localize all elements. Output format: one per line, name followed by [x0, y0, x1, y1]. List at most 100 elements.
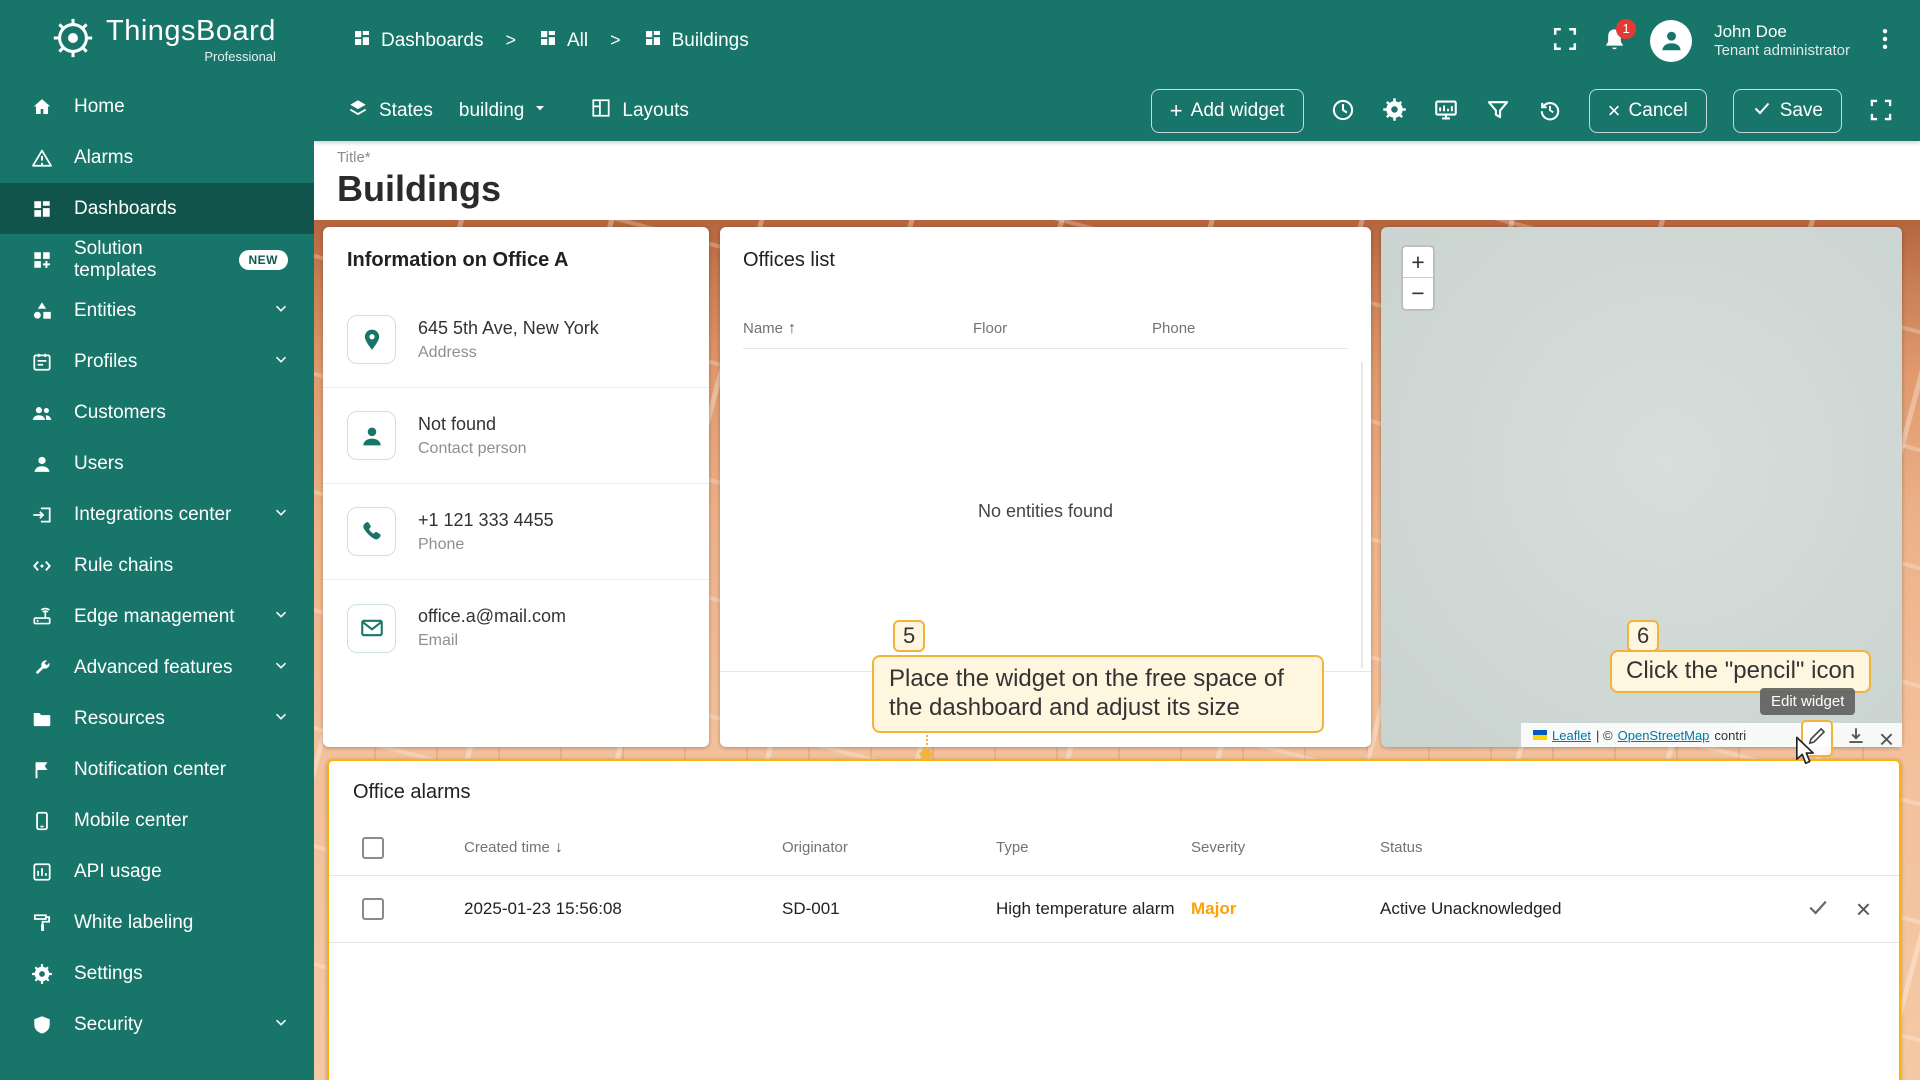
sidebar-item-alarms[interactable]: Alarms [0, 132, 314, 183]
time-window-button[interactable] [1330, 97, 1356, 126]
dashboards-icon [538, 28, 558, 54]
close-icon: × [1878, 723, 1894, 754]
clear-alarm-button[interactable]: × [1856, 896, 1871, 922]
sidebar-item-advanced-features[interactable]: Advanced features [0, 642, 314, 693]
column-header-severity[interactable]: Severity [1191, 839, 1380, 856]
folder-icon [30, 708, 54, 730]
sidebar-item-settings[interactable]: Settings [0, 948, 314, 999]
logo-title: ThingsBoard [106, 15, 276, 47]
sidebar-item-resources[interactable]: Resources [0, 693, 314, 744]
sidebar-item-label: Alarms [74, 146, 134, 168]
states-label: States [379, 100, 433, 121]
column-header-status[interactable]: Status [1380, 839, 1749, 856]
sidebar-item-customers[interactable]: Customers [0, 387, 314, 438]
map-action-close[interactable]: × [1879, 726, 1894, 752]
column-header-type[interactable]: Type [996, 839, 1191, 856]
leaflet-link[interactable]: Leaflet [1552, 728, 1591, 743]
kebab-icon [1872, 26, 1898, 55]
column-header-originator[interactable]: Originator [782, 839, 996, 856]
close-icon: × [1607, 98, 1621, 123]
breadcrumb-label: All [566, 29, 589, 51]
zoom-out-button[interactable]: − [1403, 278, 1433, 309]
sidebar-item-integrations-center[interactable]: Integrations center [0, 489, 314, 540]
sidebar-item-security[interactable]: Security [0, 999, 314, 1050]
cancel-button[interactable]: × Cancel [1588, 89, 1707, 133]
page-title[interactable]: Buildings [337, 168, 1920, 210]
save-button[interactable]: Save [1732, 89, 1842, 133]
plus-icon: + [1169, 98, 1183, 123]
state-select[interactable]: building [459, 100, 549, 122]
acknowledge-button[interactable] [1806, 895, 1830, 924]
sidebar-item-users[interactable]: Users [0, 438, 314, 489]
alarm-table-row[interactable]: 2025-01-23 15:56:08 SD-001 High temperat… [329, 876, 1899, 943]
sidebar-item-mobile-center[interactable]: Mobile center [0, 795, 314, 846]
sidebar-item-white-labeling[interactable]: White labeling [0, 897, 314, 948]
warning-icon [30, 147, 54, 169]
chevron-down-icon [272, 707, 290, 731]
paint-icon [30, 912, 54, 934]
column-header-phone[interactable]: Phone [1152, 320, 1348, 337]
layouts-button[interactable]: Layouts [590, 97, 689, 125]
sidebar-item-home[interactable]: Home [0, 81, 314, 132]
mouse-cursor [1796, 736, 1814, 765]
location-icon [347, 315, 396, 364]
row-checkbox[interactable] [362, 898, 384, 920]
top-header: ThingsBoard Professional Dashboards > Al… [0, 0, 1920, 81]
sidebar-item-label: Users [74, 452, 124, 474]
new-badge: NEW [238, 249, 288, 270]
gear-icon [1382, 97, 1407, 125]
filters-button[interactable] [1485, 97, 1511, 126]
sidebar-item-entities[interactable]: Entities [0, 285, 314, 336]
avatar[interactable] [1650, 19, 1693, 62]
breadcrumb-item-buildings[interactable]: Buildings [643, 28, 749, 54]
column-header-created-time[interactable]: Created time ↓ [464, 839, 782, 857]
dashboard-settings-button[interactable] [1382, 97, 1407, 125]
check-icon [1752, 98, 1772, 124]
column-header-floor[interactable]: Floor [973, 320, 1152, 337]
sidebar-item-rule-chains[interactable]: Rule chains [0, 540, 314, 591]
logo-subtitle: Professional [204, 49, 276, 64]
dashboard-title-section: Title* Buildings [314, 141, 1920, 220]
widget-information: Information on Office A 645 5th Ave, New… [323, 227, 709, 747]
download-icon [1845, 725, 1867, 752]
info-value: +1 121 333 4455 [418, 509, 554, 530]
sidebar-item-api-usage[interactable]: API usage [0, 846, 314, 897]
add-widget-button[interactable]: + Add widget [1150, 89, 1304, 133]
callout-step-6-number: 6 [1627, 620, 1660, 652]
sidebar-item-label: Notification center [74, 758, 227, 780]
dashboard-canvas: Information on Office A 645 5th Ave, New… [314, 220, 1920, 1080]
cell-originator: SD-001 [782, 899, 840, 918]
expand-dashboard-button[interactable] [1868, 97, 1894, 126]
sidebar-item-label: Rule chains [74, 554, 174, 576]
callout-step-5: Place the widget on the free space of th… [872, 655, 1324, 733]
notifications-button[interactable]: 1 [1601, 18, 1637, 56]
edit-widget-tooltip: Edit widget [1760, 688, 1856, 715]
profiles-icon [30, 351, 54, 373]
map-action-export[interactable] [1845, 725, 1867, 752]
empty-state-text: No entities found [977, 501, 1114, 521]
fullscreen-button[interactable] [1551, 25, 1579, 56]
kebab-menu-button[interactable] [1872, 26, 1898, 55]
osm-link[interactable]: OpenStreetMap [1618, 728, 1710, 743]
sidebar-item-notification-center[interactable]: Notification center [0, 744, 314, 795]
info-row-address: 645 5th Ave, New York Address [323, 292, 709, 388]
widget-office-alarms[interactable]: Office alarms Created time ↓ Originator … [327, 759, 1901, 1080]
states-selector[interactable]: States [347, 97, 433, 125]
sidebar-item-dashboards[interactable]: Dashboards [0, 183, 314, 234]
sidebar-item-label: Advanced features [74, 656, 233, 678]
app-logo[interactable]: ThingsBoard Professional [0, 15, 314, 66]
sidebar-item-solution-templates[interactable]: Solution templates NEW [0, 234, 314, 285]
column-header-name[interactable]: Name ↑ [743, 320, 973, 338]
select-all-checkbox[interactable] [362, 836, 384, 859]
entity-aliases-button[interactable] [1433, 97, 1459, 126]
sidebar-item-edge-management[interactable]: Edge management [0, 591, 314, 642]
zoom-in-button[interactable]: + [1403, 247, 1433, 278]
breadcrumb-item-dashboards[interactable]: Dashboards [352, 28, 483, 54]
breadcrumb-item-all[interactable]: All [538, 28, 588, 54]
info-row-email: office.a@mail.com Email [323, 580, 709, 676]
sidebar-item-label: Mobile center [74, 809, 189, 831]
version-control-button[interactable] [1537, 97, 1563, 126]
scrollbar[interactable] [1361, 362, 1363, 668]
sidebar-item-label: API usage [74, 860, 162, 882]
sidebar-item-profiles[interactable]: Profiles [0, 336, 314, 387]
